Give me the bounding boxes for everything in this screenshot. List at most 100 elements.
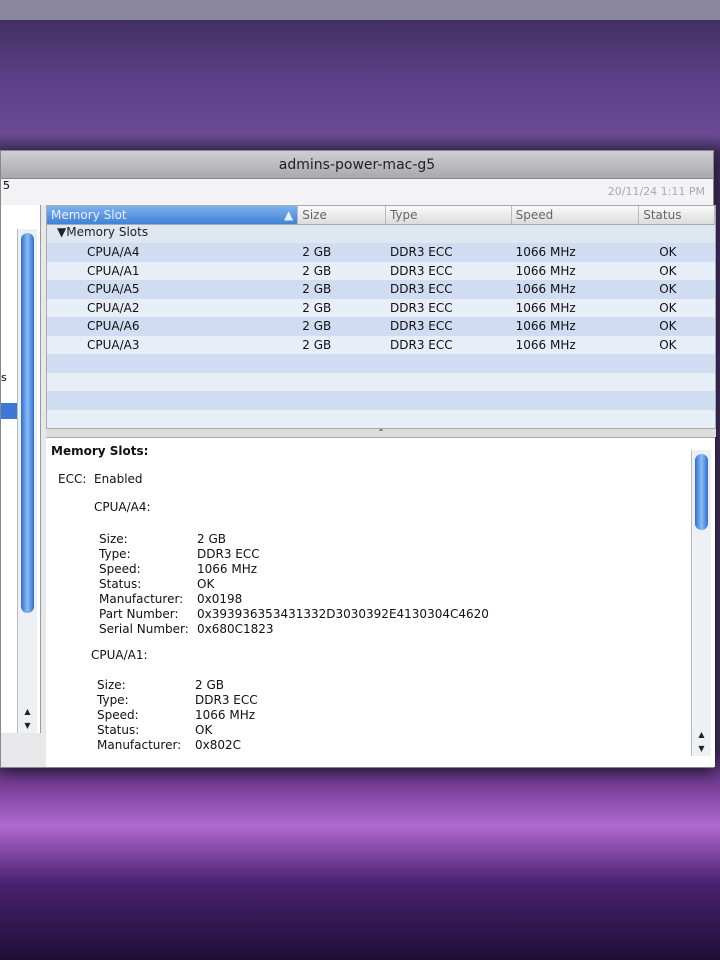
table-cell: DDR3 ECC: [390, 319, 453, 334]
table-cell: CPUA/A5: [87, 282, 140, 297]
sidebar[interactable]: s ▲ ▼: [1, 205, 41, 733]
field-value: OK: [195, 723, 213, 737]
report-date: 20/11/24 1:11 PM: [607, 185, 705, 198]
empty-row: [47, 354, 715, 373]
field-value: 1066 MHz: [195, 708, 256, 722]
table-cell: 1066 MHz: [515, 319, 576, 334]
table-row[interactable]: CPUA/A5 2 GB DDR3 ECC 1066 MHz OK: [47, 280, 715, 299]
field-label: Type:: [97, 693, 129, 707]
table-cell: 1066 MHz: [515, 337, 576, 352]
table-row[interactable]: CPUA/A1 2 GB DDR3 ECC 1066 MHz OK: [47, 261, 715, 280]
detail-scrollbar[interactable]: ▲ ▼: [691, 450, 711, 756]
field-value: OK: [197, 577, 215, 591]
field-label: Size:: [99, 532, 128, 546]
field-value: 0x393936353431332D3030392E4130304C4620: [197, 607, 489, 621]
table-cell: 1066 MHz: [515, 282, 576, 297]
column-type[interactable]: Type: [386, 206, 512, 224]
table-cell: 2 GB: [302, 300, 332, 315]
detail-field: Status: OK: [99, 577, 489, 592]
table-cell: DDR3 ECC: [390, 263, 453, 278]
table-cell: 2 GB: [302, 319, 332, 334]
table-cell: DDR3 ECC: [390, 282, 453, 297]
empty-row: [47, 372, 715, 391]
table-cell: 2 GB: [302, 245, 332, 260]
sidebar-fragment: s: [1, 371, 7, 384]
menu-bar: [0, 0, 720, 20]
scroll-arrows[interactable]: ▲ ▼: [692, 728, 711, 756]
detail-field: Manufacturer: 0x802C: [97, 738, 258, 753]
field-label: Manufacturer:: [97, 738, 182, 752]
detail-field: Part Number: 0x393936353431332D3030392E41…: [99, 607, 489, 622]
field-label: Manufacturer:: [99, 592, 184, 606]
field-value: DDR3 ECC: [195, 693, 258, 707]
table-cell: OK: [659, 319, 677, 334]
column-memory-slot[interactable]: Memory Slot ▲: [47, 206, 299, 224]
column-size[interactable]: Size: [298, 206, 386, 224]
field-label: Status:: [97, 723, 140, 737]
detail-field: Speed: 1066 MHz: [97, 708, 258, 723]
detail-field: Manufacturer: 0x0198: [99, 592, 489, 607]
sidebar-scrollbar[interactable]: ▲ ▼: [17, 229, 37, 733]
field-value: 0x802C: [195, 738, 242, 752]
table-cell: OK: [659, 263, 677, 278]
slot-heading: CPUA/A4:: [94, 500, 151, 514]
column-status[interactable]: Status: [639, 206, 715, 224]
table-cell: CPUA/A4: [87, 245, 140, 260]
table-cell: OK: [659, 245, 677, 260]
field-value: 0x680C1823: [197, 622, 274, 636]
table-cell: 2 GB: [302, 282, 332, 297]
split-view-handle[interactable]: ⌃: [46, 429, 716, 437]
left-fragment: 5: [3, 179, 10, 192]
memory-table: Memory Slot ▲ Size Type Speed Status ▼Mem…: [46, 205, 716, 429]
scroll-thumb[interactable]: [695, 454, 708, 530]
window-title: admins-power-mac-g5: [278, 156, 436, 173]
field-label: Serial Number:: [99, 622, 189, 636]
detail-field: Type: DDR3 ECC: [99, 547, 489, 562]
title-bar[interactable]: admins-power-mac-g5: [1, 151, 713, 179]
field-label: Size:: [97, 678, 126, 692]
detail-field: Size: 2 GB: [97, 678, 258, 693]
scroll-arrows[interactable]: ▲ ▼: [18, 705, 37, 733]
table-cell: 1066 MHz: [515, 263, 576, 278]
table-cell: CPUA/A6: [87, 319, 140, 334]
field-label: Speed:: [97, 708, 139, 722]
toolbar: 5 20/11/24 1:11 PM: [1, 179, 713, 205]
table-row[interactable]: CPUA/A2 2 GB DDR3 ECC 1066 MHz OK: [47, 298, 715, 317]
table-cell: 2 GB: [302, 263, 332, 278]
table-cell: CPUA/A1: [87, 263, 140, 278]
table-row[interactable]: CPUA/A3 2 GB DDR3 ECC 1066 MHz OK: [47, 335, 715, 354]
field-value: 2 GB: [195, 678, 224, 692]
sidebar-selected-item[interactable]: [1, 403, 17, 419]
system-profiler-window: admins-power-mac-g5 5 20/11/24 1:11 PM s…: [0, 150, 716, 768]
table-cell: CPUA/A2: [87, 300, 140, 315]
scroll-thumb[interactable]: [21, 233, 34, 613]
table-row[interactable]: CPUA/A4 2 GB DDR3 ECC 1066 MHz OK: [47, 243, 715, 262]
column-speed[interactable]: Speed: [512, 206, 640, 224]
detail-field: Serial Number: 0x680C1823: [99, 622, 489, 637]
detail-pane: Memory Slots: ECC: Enabled CPUA/A4: Size…: [46, 437, 715, 767]
table-cell: DDR3 ECC: [390, 300, 453, 315]
table-cell: DDR3 ECC: [390, 337, 453, 352]
table-row[interactable]: CPUA/A6 2 GB DDR3 ECC 1066 MHz OK: [47, 317, 715, 336]
table-cell: OK: [659, 282, 677, 297]
detail-field: Status: OK: [97, 723, 258, 738]
table-cell: 1066 MHz: [515, 245, 576, 260]
table-header: Memory Slot ▲ Size Type Speed Status: [47, 206, 715, 225]
table-cell: OK: [659, 337, 677, 352]
field-value: 1066 MHz: [197, 562, 258, 576]
table-cell: CPUA/A3: [87, 337, 140, 352]
group-row[interactable]: ▼Memory Slots: [47, 225, 715, 243]
ecc-row: ECC: Enabled: [58, 472, 143, 486]
field-value: 0x0198: [197, 592, 243, 606]
field-label: Speed:: [99, 562, 141, 576]
detail-field: Speed: 1066 MHz: [99, 562, 489, 577]
detail-field: Type: DDR3 ECC: [97, 693, 258, 708]
field-label: Part Number:: [99, 607, 179, 621]
table-cell: DDR3 ECC: [390, 245, 453, 260]
empty-row: [47, 391, 715, 410]
field-label: Status:: [99, 577, 142, 591]
table-cell: 1066 MHz: [515, 300, 576, 315]
slot-heading: CPUA/A1:: [91, 648, 148, 662]
table-cell: 2 GB: [302, 337, 332, 352]
detail-title: Memory Slots:: [51, 444, 149, 458]
